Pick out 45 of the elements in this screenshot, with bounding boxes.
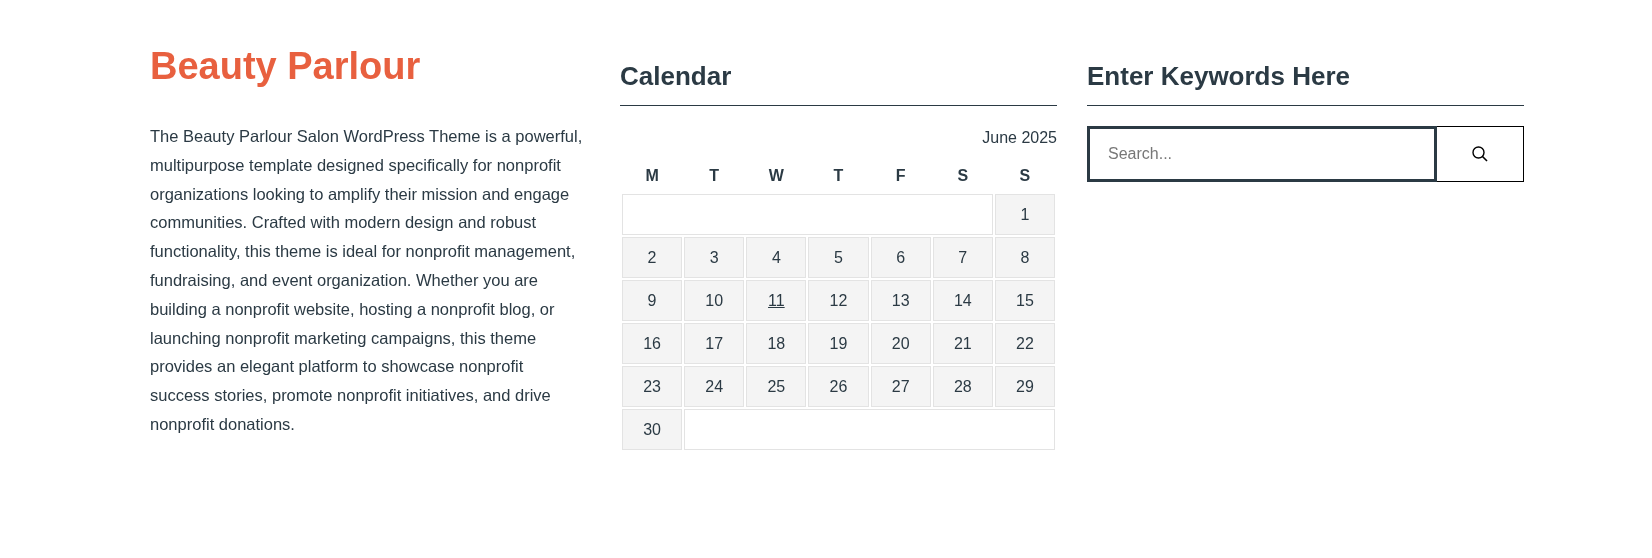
day-cell: 28 [932,366,993,407]
day-cell: 8 [994,237,1055,278]
day-cell: 15 [994,280,1055,321]
day-cell: 21 [932,323,993,364]
day-cell: 4 [746,237,807,278]
day-cell: 5 [808,237,869,278]
day-cell: 6 [870,237,931,278]
calendar-caption: June 2025 [982,128,1057,148]
day-cell: 1 [994,194,1055,235]
site-title: Beauty Parlour [150,44,422,89]
day-cell: 18 [746,323,807,364]
day-cell: 11 [746,280,807,321]
day-cell: 19 [808,323,869,364]
day-cell: 13 [870,280,931,321]
day-cell: 27 [870,366,931,407]
day-cell: 22 [994,323,1055,364]
day-cell: 16 [622,323,683,364]
day-cell: 14 [932,280,993,321]
weekday-label: T [833,166,844,186]
weekday-label: S [1019,166,1031,186]
description-paragraph: The Beauty Parlour Salon WordPress Theme is a powerful, multipurpose template designed specifically for nonprofit organizations looking to amplify their mission and engage communities. Crafted with modern design and robust functionality, this theme is ideal for nonprofit management, fundraising, and event organization. Whether you are building a nonprofit website, hosting a nonprofit blog, or launching nonprofit marketing campaigns, this theme provides an elegant platform to showcase nonprofit success stories, promote nonprofit initiatives, and drive nonprofit donations. [150,126,584,435]
search-button[interactable] [1437,126,1524,182]
search-field[interactable]: Search... [1087,126,1437,182]
day-cell: 26 [808,366,869,407]
weekday-label: M [645,166,659,186]
day-cell: 24 [684,366,745,407]
weekday-label: F [895,166,906,186]
day-cell: 25 [746,366,807,407]
day-cell: 2 [622,237,683,278]
day-cell: 7 [932,237,993,278]
day-cell: 20 [870,323,931,364]
weekday-label: T [709,166,720,186]
day-cell: 3 [684,237,745,278]
day-cell: 17 [684,323,745,364]
day-cell: 30 [622,409,683,450]
day-cell: 29 [994,366,1055,407]
weekday-label: W [768,166,784,186]
weekday-label: S [957,166,969,186]
day-cell: 23 [622,366,683,407]
widget-title: Enter Keywords Here [1087,60,1351,93]
widget-title: Calendar [620,60,733,93]
day-cell: 9 [622,280,683,321]
search-icon [1471,145,1489,163]
day-cell: 12 [808,280,869,321]
day-cell: 10 [684,280,745,321]
